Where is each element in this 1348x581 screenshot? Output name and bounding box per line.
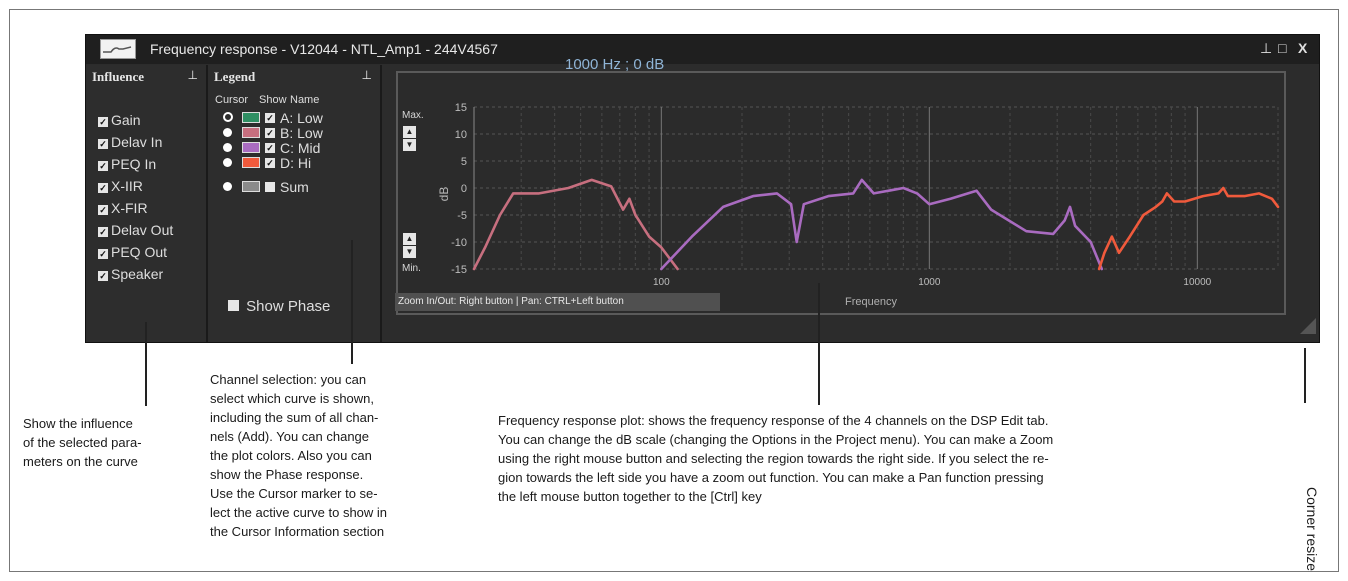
color-swatch[interactable] [242,112,260,123]
column-name: Name [290,94,320,106]
arrow-up-icon: ▲ [405,127,414,136]
min-down-button[interactable]: ▼ [403,246,416,258]
callout-line-channel [351,240,353,364]
arrow-down-icon: ▼ [405,140,414,149]
max-down-button[interactable]: ▼ [403,139,416,151]
cursor-information: 1000 Hz ; 0 dB [565,56,665,73]
influence-item-peq-out[interactable]: ✓ PEQ Out [98,244,167,260]
channel-name: A: Low [280,110,323,126]
show-checkbox-checked-icon[interactable]: ✓ [265,158,275,168]
checkbox-checked-icon[interactable]: ✓ [98,227,108,237]
maximize-button[interactable]: □ [1278,40,1286,56]
channel-name: D: Hi [280,155,312,171]
cursor-radio[interactable] [223,182,232,191]
checkbox-checked-icon[interactable]: ✓ [98,205,108,215]
column-cursor: Cursor [215,94,249,106]
color-swatch[interactable] [242,127,260,138]
checkbox-checked-icon[interactable]: ✓ [98,161,108,171]
legend-panel: Legend ⊥ Cursor Show Name ✓ A: Low ✓ B: … [208,65,382,342]
legend-panel-header: Legend ⊥ [208,65,380,87]
influence-item-peq-in[interactable]: ✓ PEQ In [98,156,156,172]
checkbox-checked-icon[interactable]: ✓ [98,139,108,149]
callout-line-corner [1304,348,1306,403]
cursor-radio[interactable] [223,128,232,137]
close-icon: X [1298,40,1308,56]
callout-influence: Show the influence of the selected para-… [23,416,142,469]
influence-panel-header: Influence ⊥ [86,65,206,87]
show-checkbox-checked-icon[interactable]: ✓ [265,113,275,123]
min-up-button[interactable]: ▲ [403,233,416,245]
influence-item-delay-in[interactable]: ✓ Delav In [98,134,162,150]
influence-panel: Influence ⊥ ✓ Gain ✓ Delav In ✓ PEQ In ✓ X-I… [86,65,208,342]
color-swatch[interactable] [242,157,260,168]
influence-item-gain[interactable]: ✓ Gain [98,112,141,128]
pin-icon: ⊥ [1260,40,1273,56]
pin-icon[interactable]: ⊥ [362,68,372,82]
callout-channel-selection: Channel selection: you can select which … [210,372,388,539]
column-show: Show [259,94,287,106]
color-swatch[interactable] [242,181,260,192]
callout-line-plot [818,283,820,405]
arrow-down-icon: ▼ [405,247,414,256]
app-icon [100,39,136,59]
cursor-radio[interactable] [223,158,232,167]
pin-icon[interactable]: ⊥ [188,68,198,82]
x-axis-label: Frequency [845,296,897,308]
channel-name: C: Mid [280,140,321,156]
channel-name: B: Low [280,125,323,141]
checkbox-checked-icon[interactable]: ✓ [98,117,108,127]
checkbox-checked-icon[interactable]: ✓ [98,183,108,193]
show-checkbox-checked-icon[interactable]: ✓ [265,143,275,153]
min-label: Min. [402,263,421,274]
callout-frequency-plot: Frequency response plot: shows the frequ… [498,413,1054,504]
plot-frame [396,71,1286,315]
channel-name: Sum [280,179,309,195]
legend-header-label: Legend [214,69,256,84]
cursor-radio-selected[interactable] [223,112,233,122]
max-label: Max. [402,110,424,121]
arrow-up-icon: ▲ [405,234,414,243]
callout-corner-resize: Corner resize [1304,487,1320,572]
influence-item-delay-out[interactable]: ✓ Delav Out [98,222,173,238]
max-up-button[interactable]: ▲ [403,126,416,138]
maximize-icon: □ [1278,40,1287,56]
influence-item-x-iir[interactable]: ✓ X-IIR [98,178,143,194]
show-checkbox-checked-icon[interactable]: ✓ [265,128,275,138]
show-checkbox-unchecked-icon[interactable] [265,182,275,192]
checkbox-checked-icon[interactable]: ✓ [98,249,108,259]
title-bar[interactable]: Frequency response - V12044 - NTL_Amp1 -… [86,35,1319,64]
influence-header-label: Influence [92,69,144,84]
influence-item-speaker[interactable]: ✓ Speaker [98,266,163,282]
window-title: Frequency response - V12044 - NTL_Amp1 -… [150,41,498,57]
callout-line-influence [145,322,147,406]
cursor-radio[interactable] [223,143,232,152]
checkbox-unchecked-icon[interactable] [228,300,239,311]
zoom-pan-hint: Zoom In/Out: Right button | Pan: CTRL+Le… [395,293,720,311]
pin-window-button[interactable]: ⊥ [1260,40,1272,57]
checkbox-checked-icon[interactable]: ✓ [98,271,108,281]
influence-item-x-fir[interactable]: ✓ X-FIR [98,200,148,216]
close-button[interactable]: X [1298,40,1307,56]
corner-resize-grip[interactable] [1300,318,1316,334]
show-phase-label: Show Phase [246,298,331,315]
show-phase-checkbox[interactable]: Show Phase [228,298,330,315]
color-swatch[interactable] [242,142,260,153]
